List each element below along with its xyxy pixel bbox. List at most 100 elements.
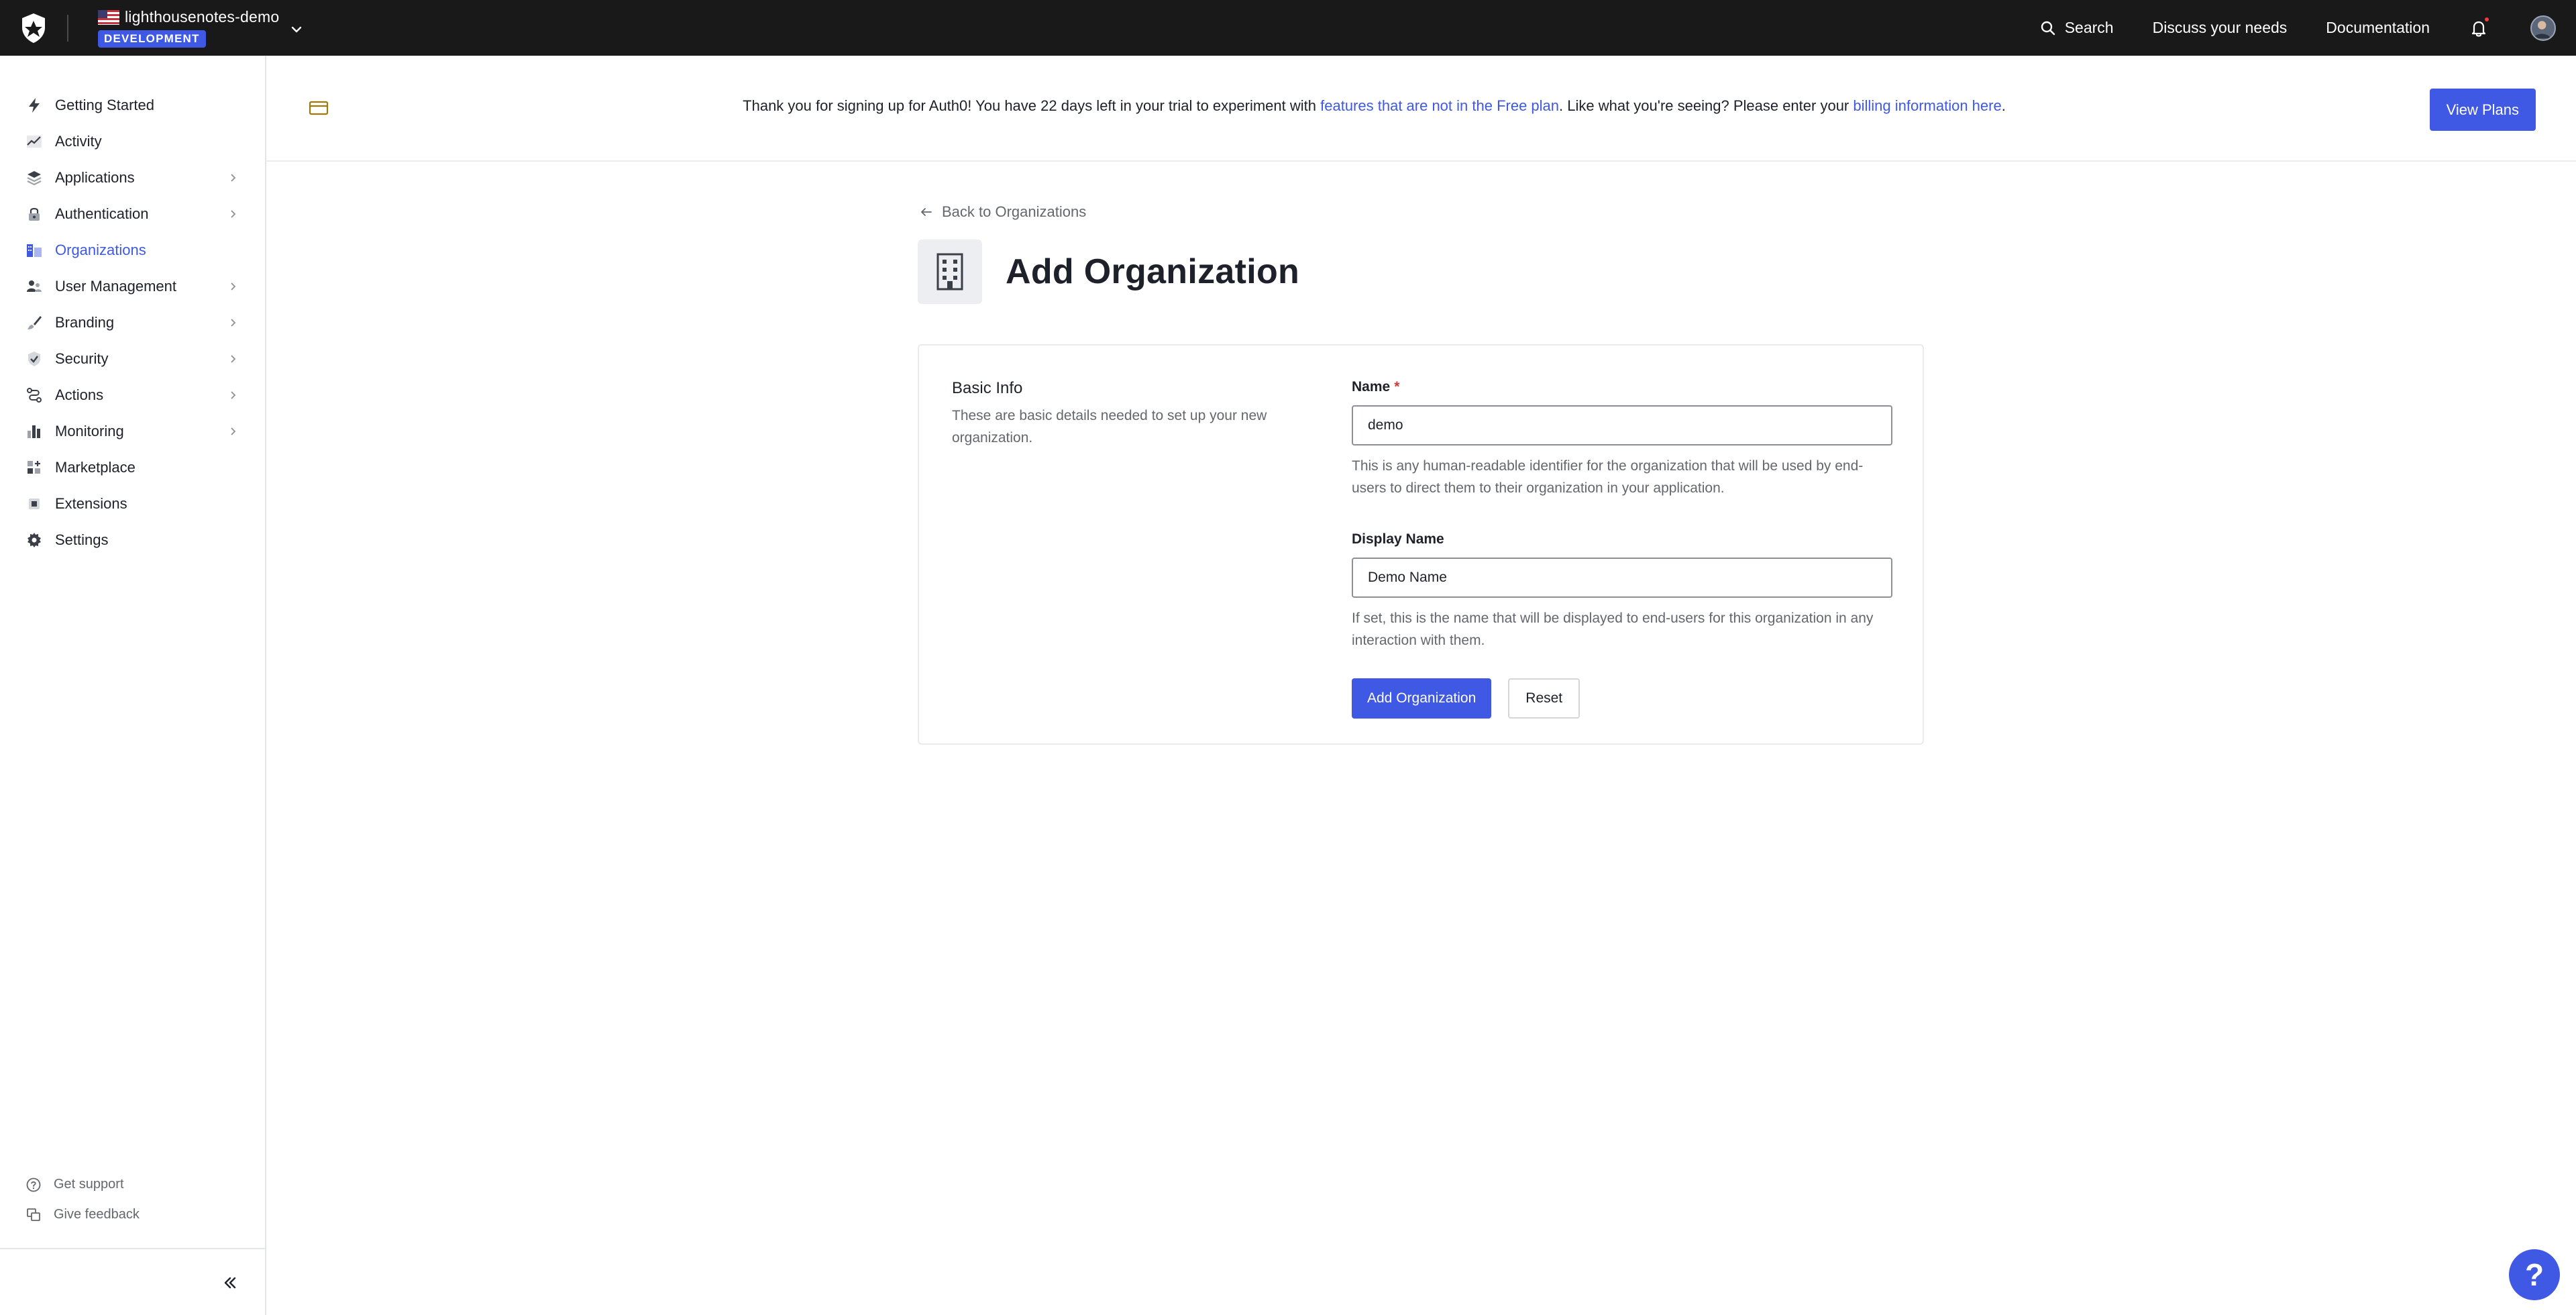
required-asterisk: * bbox=[1394, 379, 1400, 394]
display-name-input[interactable] bbox=[1352, 558, 1892, 598]
top-right-nav: Search Discuss your needs Documentation bbox=[2039, 0, 2576, 56]
form-actions: Add Organization Reset bbox=[1352, 678, 1892, 719]
sidebar-nav: Getting Started Activity Applications Au… bbox=[0, 87, 265, 558]
banner-text-before: Thank you for signing up for Auth0! You … bbox=[743, 97, 1321, 114]
display-name-help-text: If set, this is the name that will be di… bbox=[1352, 611, 1874, 648]
sidebar-item-applications[interactable]: Applications bbox=[0, 160, 265, 196]
bolt-icon bbox=[25, 97, 43, 114]
arrow-left-icon bbox=[921, 208, 932, 216]
view-plans-button[interactable]: View Plans bbox=[2429, 89, 2536, 131]
sidebar-item-branding[interactable]: Branding bbox=[0, 305, 265, 341]
bar-chart-icon bbox=[25, 423, 43, 440]
section-title: Basic Info bbox=[952, 379, 1023, 397]
sidebar-item-label: Getting Started bbox=[55, 97, 154, 113]
sidebar-item-label: User Management bbox=[55, 278, 176, 295]
basic-info-description: Basic Info These are basic details neede… bbox=[952, 379, 1307, 449]
sidebar: Getting Started Activity Applications Au… bbox=[0, 56, 266, 1315]
documentation-link[interactable]: Documentation bbox=[2326, 19, 2430, 37]
sidebar-footer bbox=[0, 1248, 265, 1315]
sidebar-item-activity[interactable]: Activity bbox=[0, 123, 265, 160]
sidebar-item-label: Monitoring bbox=[55, 423, 124, 439]
user-avatar[interactable] bbox=[2530, 15, 2556, 41]
free-plan-features-link[interactable]: features that are not in the Free plan bbox=[1320, 97, 1559, 114]
top-bar: lighthousenotes-demo DEVELOPMENT Search … bbox=[0, 0, 2576, 56]
collapse-sidebar-icon[interactable] bbox=[221, 1273, 239, 1292]
sidebar-item-label: Settings bbox=[55, 531, 109, 548]
marketplace-grid-icon bbox=[25, 459, 43, 476]
sidebar-item-label: Applications bbox=[55, 169, 135, 186]
sidebar-item-getting-started[interactable]: Getting Started bbox=[0, 87, 265, 123]
chevron-right-icon bbox=[231, 174, 236, 182]
auth0-logo[interactable] bbox=[0, 0, 67, 56]
environment-badge: DEVELOPMENT bbox=[98, 30, 206, 48]
tenant-name-row: lighthousenotes-demo bbox=[98, 8, 279, 26]
display-name-field-label: Display Name bbox=[1352, 531, 1892, 547]
banner-text-middle: . Like what you're seeing? Please enter … bbox=[1559, 97, 1854, 114]
sidebar-item-label: Extensions bbox=[55, 495, 127, 512]
name-field-label: Name * bbox=[1352, 379, 1892, 395]
chevron-right-icon bbox=[231, 210, 236, 218]
sidebar-item-label: Marketplace bbox=[55, 459, 136, 476]
sidebar-item-extensions[interactable]: Extensions bbox=[0, 486, 265, 522]
sidebar-item-label: Organizations bbox=[55, 242, 146, 258]
section-description: These are basic details needed to set up… bbox=[952, 408, 1267, 445]
sidebar-item-marketplace[interactable]: Marketplace bbox=[0, 450, 265, 486]
basic-info-card: Basic Info These are basic details neede… bbox=[918, 344, 1924, 745]
tenant-name: lighthousenotes-demo bbox=[125, 8, 280, 25]
sidebar-help-links: Get support Give feedback bbox=[0, 1169, 265, 1230]
sidebar-item-monitoring[interactable]: Monitoring bbox=[0, 413, 265, 450]
documentation-label: Documentation bbox=[2326, 19, 2430, 36]
page-title: Add Organization bbox=[1006, 252, 1300, 291]
notification-dot bbox=[2483, 15, 2490, 23]
sidebar-item-security[interactable]: Security bbox=[0, 341, 265, 377]
give-feedback-link[interactable]: Give feedback bbox=[0, 1200, 265, 1230]
tenant-info: lighthousenotes-demo DEVELOPMENT bbox=[98, 8, 279, 48]
reset-button[interactable]: Reset bbox=[1508, 678, 1580, 719]
chevron-right-icon bbox=[231, 282, 236, 291]
chevron-right-icon bbox=[231, 355, 236, 363]
display-name-label-text: Display Name bbox=[1352, 531, 1444, 547]
search-button[interactable]: Search bbox=[2039, 19, 2114, 37]
trial-banner-text: Thank you for signing up for Auth0! You … bbox=[266, 97, 2576, 115]
discuss-needs-label: Discuss your needs bbox=[2152, 19, 2288, 36]
top-divider bbox=[67, 14, 68, 42]
give-feedback-label: Give feedback bbox=[54, 1207, 140, 1222]
applications-layers-icon bbox=[25, 169, 43, 187]
sidebar-item-label: Authentication bbox=[55, 205, 149, 222]
name-input[interactable] bbox=[1352, 405, 1892, 445]
sidebar-item-user-management[interactable]: User Management bbox=[0, 268, 265, 305]
tenant-switcher[interactable]: lighthousenotes-demo DEVELOPMENT bbox=[98, 0, 305, 56]
avatar-person-icon bbox=[2533, 20, 2551, 38]
extensions-chip-icon bbox=[25, 495, 43, 513]
name-help-text: This is any human-readable identifier fo… bbox=[1352, 458, 1864, 496]
building-icon bbox=[918, 240, 982, 304]
add-organization-button[interactable]: Add Organization bbox=[1352, 678, 1492, 719]
help-question-icon: ? bbox=[2524, 1257, 2544, 1292]
users-icon bbox=[25, 278, 43, 295]
notifications-button[interactable] bbox=[2469, 15, 2490, 38]
search-label: Search bbox=[2064, 19, 2114, 36]
page-header: Add Organization bbox=[918, 240, 1299, 304]
help-widget-button[interactable]: ? bbox=[2509, 1249, 2560, 1300]
gear-icon bbox=[25, 531, 43, 549]
sidebar-item-settings[interactable]: Settings bbox=[0, 522, 265, 558]
chevron-right-icon bbox=[231, 391, 236, 399]
back-to-organizations-link[interactable]: Back to Organizations bbox=[919, 203, 1086, 221]
sidebar-item-label: Activity bbox=[55, 133, 102, 150]
trial-banner: Thank you for signing up for Auth0! You … bbox=[266, 56, 2576, 162]
us-flag-icon bbox=[98, 9, 119, 25]
billing-information-link[interactable]: billing information here bbox=[1853, 97, 2001, 114]
banner-text-after: . bbox=[2001, 97, 2006, 114]
sidebar-item-label: Security bbox=[55, 350, 109, 367]
activity-chart-icon bbox=[25, 133, 43, 150]
name-label-text: Name bbox=[1352, 379, 1391, 394]
back-link-label: Back to Organizations bbox=[942, 203, 1087, 220]
sidebar-item-actions[interactable]: Actions bbox=[0, 377, 265, 413]
sidebar-item-organizations[interactable]: Organizations bbox=[0, 232, 265, 268]
brush-icon bbox=[25, 314, 43, 331]
organizations-icon bbox=[25, 242, 43, 259]
get-support-link[interactable]: Get support bbox=[0, 1169, 265, 1200]
discuss-needs-link[interactable]: Discuss your needs bbox=[2153, 19, 2288, 37]
sidebar-item-authentication[interactable]: Authentication bbox=[0, 196, 265, 232]
feedback-icon bbox=[27, 1208, 40, 1221]
